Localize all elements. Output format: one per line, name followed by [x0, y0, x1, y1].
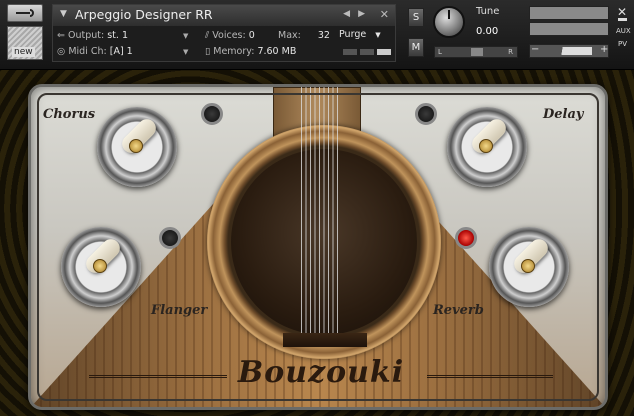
screw-icon — [521, 259, 535, 273]
memory-label: Memory: — [213, 46, 255, 57]
volume-plus-icon: + — [600, 44, 609, 55]
screw-icon — [93, 259, 107, 273]
midi-icon: ◎ — [57, 46, 66, 57]
chorus-knob[interactable] — [97, 107, 177, 187]
voices-row: ⫽ Voices: 0 — [205, 30, 255, 41]
pan-thumb[interactable] — [471, 48, 483, 56]
mute-button[interactable]: M — [408, 38, 424, 57]
chorus-led[interactable] — [201, 103, 223, 125]
pan-right-label: R — [508, 48, 513, 56]
midi-value: [A] 1 — [109, 46, 133, 57]
close-icon[interactable]: ✕ — [380, 8, 389, 21]
chorus-label: Chorus — [43, 107, 96, 122]
max-row[interactable]: Max: 32 — [278, 30, 330, 41]
pan-left-label: L — [438, 48, 442, 56]
flanger-knob[interactable] — [61, 227, 141, 307]
instrument-panel: ▼ Arpeggio Designer RR ◀▶ ✕ ⇐ Output: st… — [52, 4, 396, 62]
voices-label: Voices: — [212, 30, 246, 41]
purge-dropdown[interactable]: Purge ▼ — [339, 29, 391, 43]
pedal-plate: Chorus Delay Flanger Reverb Bouzouki — [28, 84, 608, 410]
solo-button[interactable]: S — [408, 8, 424, 27]
brand-logo: Bouzouki — [237, 355, 405, 390]
screw-icon — [479, 139, 493, 153]
prev-next-icon[interactable]: ◀▶ — [343, 9, 373, 19]
memory-icon: ▯ — [205, 46, 211, 57]
output-value: st. 1 — [107, 30, 128, 41]
midi-label: Midi Ch: — [68, 46, 107, 57]
level-meter-left — [529, 6, 609, 20]
delay-knob[interactable] — [447, 107, 527, 187]
tune-label: Tune — [476, 6, 500, 17]
screw-icon — [129, 139, 143, 153]
instrument-gui: Chorus Delay Flanger Reverb Bouzouki — [0, 70, 634, 416]
title-bar: ▼ Arpeggio Designer RR ◀▶ ✕ — [53, 5, 395, 26]
decor-line-right — [427, 375, 553, 378]
flanger-led[interactable] — [159, 227, 181, 249]
volume-minus-icon: − — [531, 44, 540, 55]
level-meter-right — [529, 22, 609, 36]
aux-button[interactable]: AUX — [616, 27, 631, 35]
memory-row: ▯ Memory: 7.60 MB — [205, 46, 296, 57]
new-label: new — [12, 47, 35, 57]
voices-value: 0 — [248, 30, 255, 41]
instrument-name[interactable]: Arpeggio Designer RR — [75, 7, 213, 22]
output-dropdown-icon[interactable]: ▼ — [183, 32, 188, 40]
flanger-label: Flanger — [151, 303, 208, 318]
output-icon: ⇐ — [57, 30, 65, 41]
decor-line-left — [89, 375, 227, 378]
tune-knob[interactable] — [433, 6, 465, 38]
reverb-led[interactable] — [455, 227, 477, 249]
kontakt-header: new ▼ Arpeggio Designer RR ◀▶ ✕ ⇐ Output… — [0, 0, 634, 70]
collapse-icon[interactable]: ▼ — [60, 9, 67, 19]
delay-led[interactable] — [415, 103, 437, 125]
midi-dropdown-icon[interactable]: ▼ — [183, 48, 188, 56]
voices-icon: ⫽ — [205, 30, 210, 41]
delay-label: Delay — [543, 107, 584, 122]
instrument-icon[interactable]: new — [7, 26, 43, 60]
purge-dropdown-icon: ▼ — [375, 31, 381, 39]
reverb-knob[interactable] — [489, 227, 569, 307]
purge-indicator — [343, 49, 391, 55]
wrench-button[interactable] — [7, 4, 43, 22]
purge-label: Purge — [339, 29, 367, 40]
max-value[interactable]: 32 — [318, 30, 330, 41]
volume-slider[interactable] — [529, 44, 609, 58]
memory-value: 7.60 MB — [257, 46, 297, 57]
minimize-icon[interactable] — [618, 18, 627, 21]
remove-instrument-icon[interactable]: ✕ — [617, 5, 627, 19]
wrench-icon — [16, 9, 34, 17]
output-row[interactable]: ⇐ Output: st. 1 — [57, 30, 128, 41]
pv-button[interactable]: PV — [618, 40, 627, 48]
pan-slider[interactable]: L R — [434, 46, 518, 58]
reverb-label: Reverb — [433, 303, 484, 318]
midi-row[interactable]: ◎ Midi Ch: [A] 1 — [57, 46, 133, 57]
output-label: Output: — [68, 30, 105, 41]
max-label: Max: — [278, 30, 301, 41]
tune-value[interactable]: 0.00 — [476, 26, 498, 37]
